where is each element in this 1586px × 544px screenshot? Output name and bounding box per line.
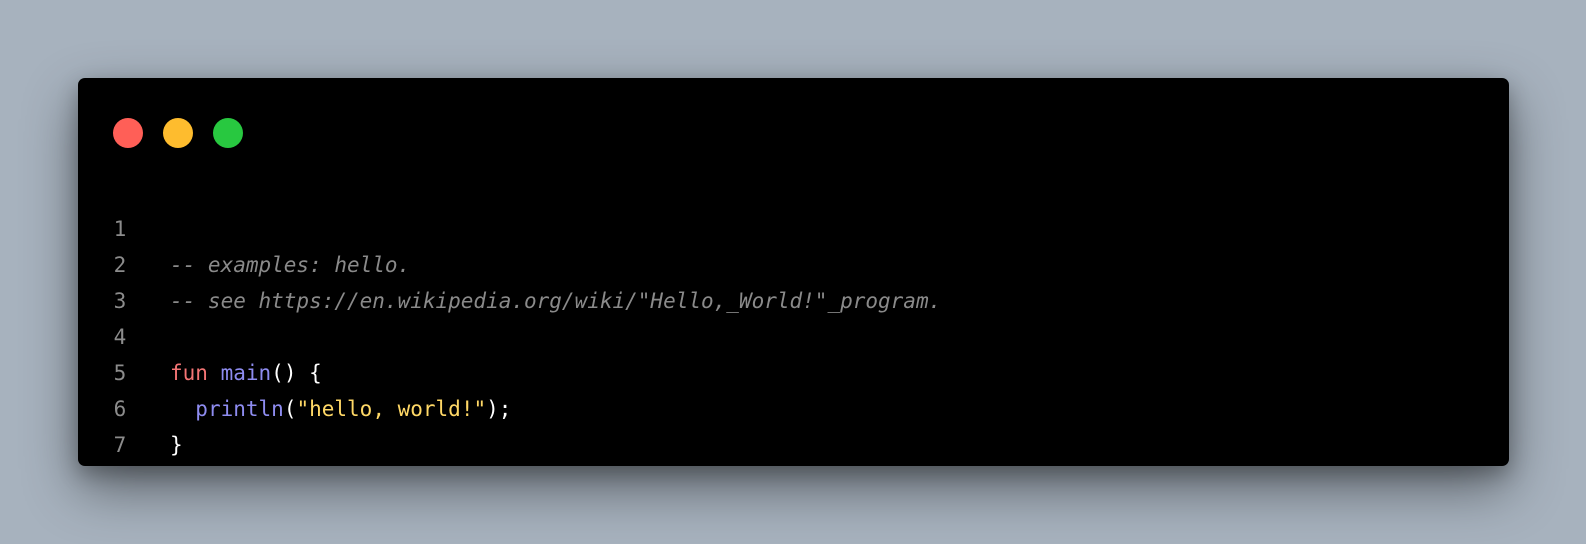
code-line-4: 4 fun main() { — [78, 283, 1509, 385]
code-line-7: 7 — [78, 391, 1509, 457]
code-line-1: 1 -- examples: hello. — [78, 175, 1509, 277]
punctuation: } — [170, 433, 183, 457]
close-icon[interactable] — [113, 118, 143, 148]
code-line-6: 6 } — [78, 355, 1509, 457]
code-line-3: 3 — [78, 247, 1509, 313]
minimize-icon[interactable] — [163, 118, 193, 148]
code-line-5: 5 println("hello, world!"); — [78, 319, 1509, 421]
code-block: 1 -- examples: hello. 2 -- see https://e… — [78, 175, 1509, 457]
line-number: 7 — [113, 433, 127, 457]
line-content: } — [170, 427, 183, 463]
maximize-icon[interactable] — [213, 118, 243, 148]
code-window: 1 -- examples: hello. 2 -- see https://e… — [78, 78, 1509, 466]
code-line-2: 2 -- see https://en.wikipedia.org/wiki/"… — [78, 211, 1509, 313]
